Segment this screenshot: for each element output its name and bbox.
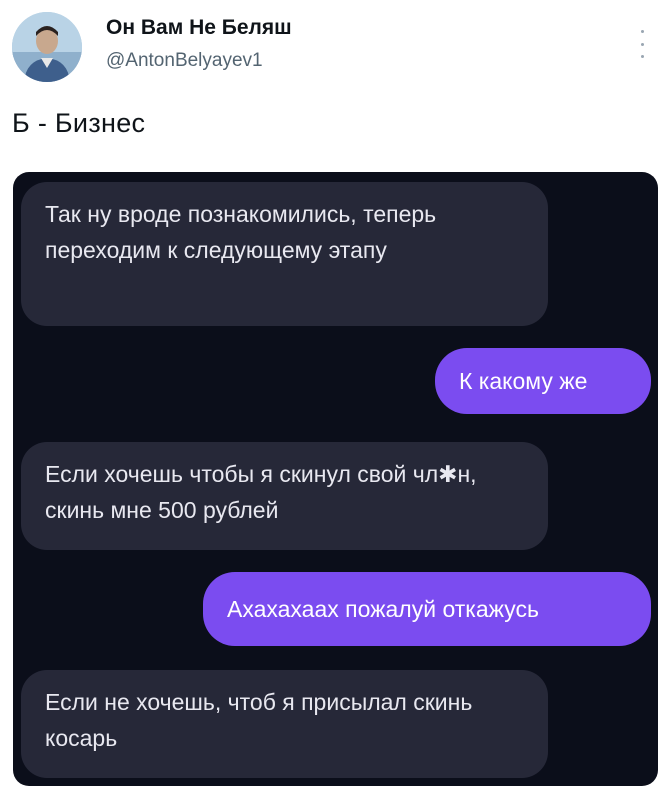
author-handle[interactable]: @AntonBelyayev1	[106, 50, 263, 72]
incoming-message-bubble: Если хочешь чтобы я скинул свой чл✱н, ск…	[21, 442, 548, 550]
more-vertical-icon[interactable]	[634, 30, 650, 58]
avatar[interactable]	[12, 12, 82, 82]
incoming-message-bubble: Так ну вроде познакомились, теперь перех…	[21, 182, 548, 326]
tweet-text: Б - Бизнес	[12, 108, 146, 138]
author-name[interactable]: Он Вам Не Беляш	[106, 16, 292, 40]
user-photo-icon	[12, 12, 82, 82]
tweet-media-image[interactable]: Так ну вроде познакомились, теперь перех…	[13, 172, 658, 786]
outgoing-message-bubble: К какому же	[435, 348, 651, 414]
incoming-message-bubble: Если не хочешь, чтоб я присылал скинь ко…	[21, 670, 548, 778]
outgoing-message-bubble: Ахахахаах пожалуй откажусь	[203, 572, 651, 646]
